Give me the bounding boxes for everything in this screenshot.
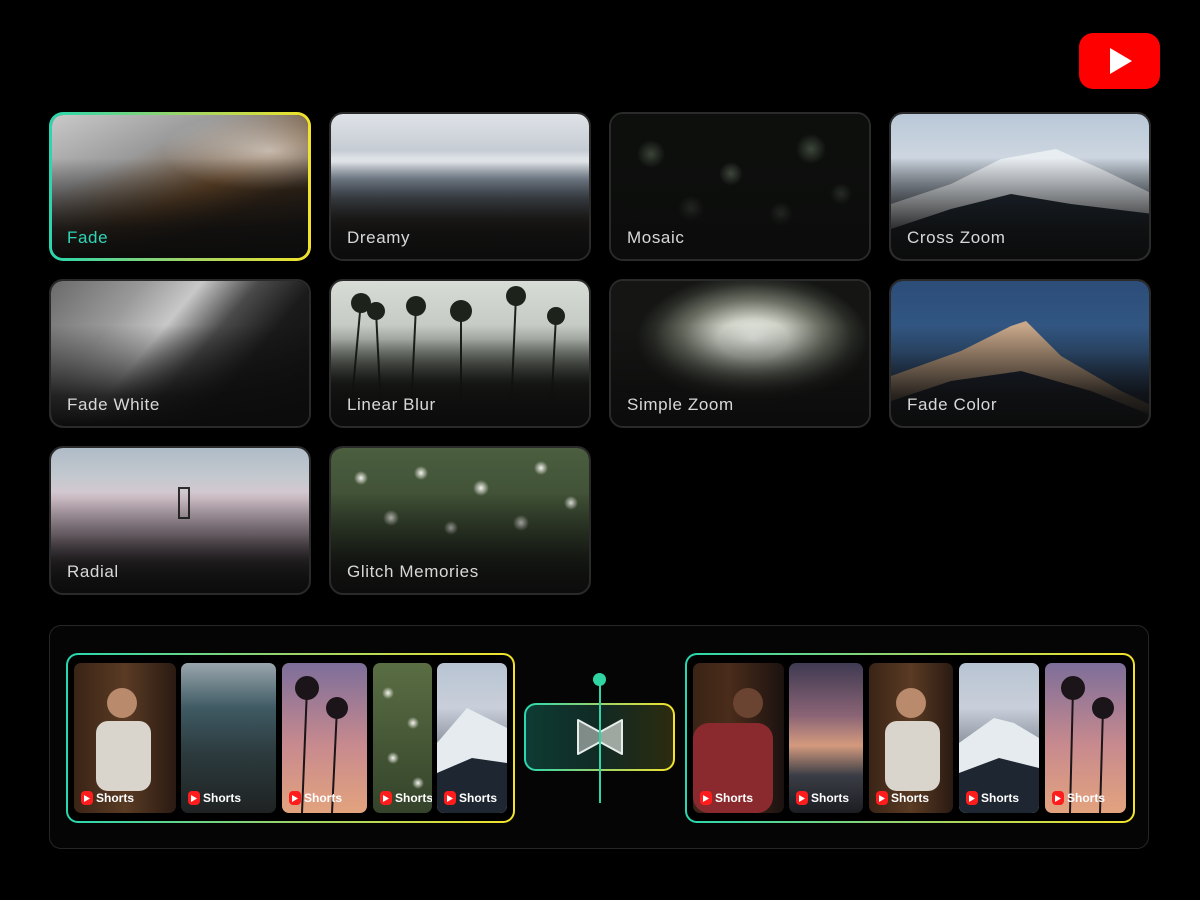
transition-label: Linear Blur xyxy=(347,395,436,414)
shorts-icon xyxy=(796,791,808,805)
shorts-label: Shorts xyxy=(459,791,498,805)
shorts-icon xyxy=(966,791,978,805)
shorts-badge: Shorts xyxy=(188,791,241,805)
clip-group-left[interactable]: Shorts Shorts Shorts Shorts Shorts xyxy=(66,653,515,823)
clip-thumbnail[interactable]: Shorts xyxy=(693,663,784,813)
transition-label: Fade Color xyxy=(907,395,998,414)
transition-tile-cross-zoom[interactable]: Cross Zoom xyxy=(889,112,1151,261)
transition-tile-mosaic[interactable]: Mosaic xyxy=(609,112,871,261)
transition-tile-dreamy[interactable]: Dreamy xyxy=(329,112,591,261)
transition-tile-simple-zoom[interactable]: Simple Zoom xyxy=(609,279,871,428)
shorts-badge: Shorts xyxy=(81,791,134,805)
playhead-line[interactable] xyxy=(599,679,601,803)
transition-label: Fade White xyxy=(67,395,160,414)
shorts-label: Shorts xyxy=(304,791,343,805)
shorts-badge: Shorts xyxy=(380,791,432,805)
shorts-badge: Shorts xyxy=(700,791,753,805)
clip-thumbnail[interactable]: Shorts xyxy=(74,663,176,813)
timeline-panel: Shorts Shorts Shorts Shorts Shorts Short… xyxy=(49,625,1149,849)
shorts-icon xyxy=(700,791,712,805)
transition-tile-linear-blur[interactable]: Linear Blur xyxy=(329,279,591,428)
shorts-label: Shorts xyxy=(203,791,242,805)
shorts-badge: Shorts xyxy=(966,791,1019,805)
transition-label: Mosaic xyxy=(627,228,685,247)
shorts-badge: Shorts xyxy=(444,791,497,805)
shorts-badge: Shorts xyxy=(289,791,342,805)
transition-label: Glitch Memories xyxy=(347,562,479,581)
transition-grid: Fade Dreamy Mosaic Cross Zoom Fade White xyxy=(49,112,1151,595)
shorts-label: Shorts xyxy=(981,791,1020,805)
shorts-label: Shorts xyxy=(811,791,850,805)
shorts-icon xyxy=(289,791,301,805)
clip-thumbnail[interactable]: Shorts xyxy=(869,663,953,813)
shorts-label: Shorts xyxy=(891,791,930,805)
shorts-icon xyxy=(1052,791,1064,805)
shorts-label: Shorts xyxy=(395,791,432,805)
clip-thumbnail[interactable]: Shorts xyxy=(959,663,1039,813)
transition-tile-fade-white[interactable]: Fade White xyxy=(49,279,311,428)
transition-label: Cross Zoom xyxy=(907,228,1006,247)
clip-thumbnail[interactable]: Shorts xyxy=(282,663,367,813)
clip-group-right[interactable]: Shorts Shorts Shorts Shorts Shorts xyxy=(685,653,1135,823)
shorts-icon xyxy=(876,791,888,805)
transition-tile-glitch-memories[interactable]: Glitch Memories xyxy=(329,446,591,595)
transition-tile-fade-color[interactable]: Fade Color xyxy=(889,279,1151,428)
transition-label: Simple Zoom xyxy=(627,395,734,414)
shorts-label: Shorts xyxy=(96,791,135,805)
youtube-logo-icon xyxy=(1079,33,1160,89)
clip-thumbnail[interactable]: Shorts xyxy=(1045,663,1126,813)
transition-label: Radial xyxy=(67,562,119,581)
shorts-badge: Shorts xyxy=(796,791,849,805)
shorts-badge: Shorts xyxy=(876,791,929,805)
clip-thumbnail[interactable]: Shorts xyxy=(437,663,507,813)
transition-label: Fade xyxy=(67,228,109,247)
clip-thumbnail[interactable]: Shorts xyxy=(181,663,276,813)
shorts-icon xyxy=(188,791,200,805)
transition-tile-fade[interactable]: Fade xyxy=(49,112,311,261)
shorts-icon xyxy=(380,791,392,805)
shorts-icon xyxy=(444,791,456,805)
clip-thumbnail[interactable]: Shorts xyxy=(373,663,432,813)
playhead-handle[interactable] xyxy=(593,673,606,686)
transition-tile-radial[interactable]: Radial xyxy=(49,446,311,595)
clip-thumbnail[interactable]: Shorts xyxy=(789,663,863,813)
shorts-label: Shorts xyxy=(1067,791,1106,805)
transition-label: Dreamy xyxy=(347,228,411,247)
shorts-badge: Shorts xyxy=(1052,791,1105,805)
shorts-label: Shorts xyxy=(715,791,754,805)
shorts-icon xyxy=(81,791,93,805)
